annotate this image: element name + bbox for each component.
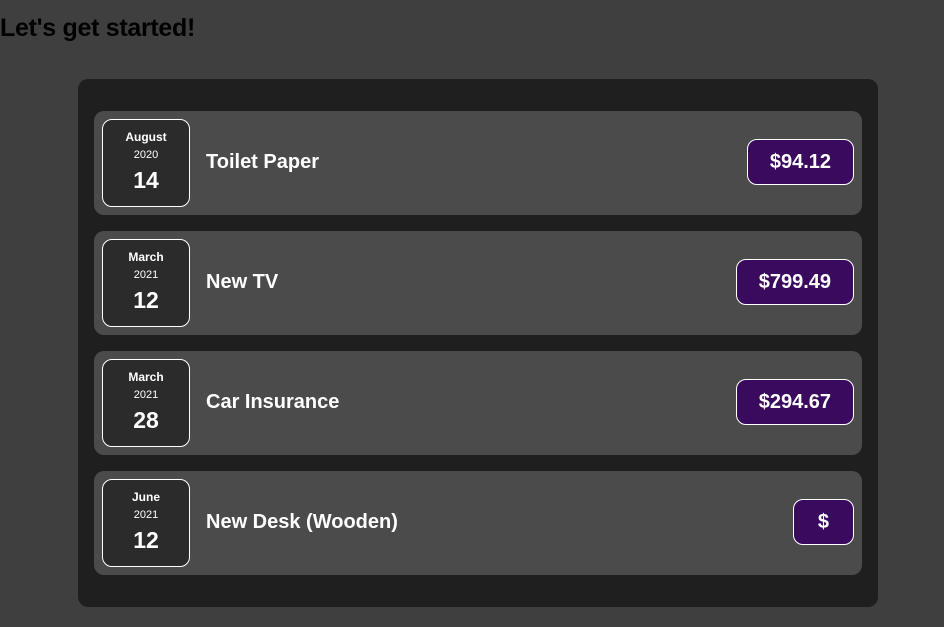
expense-amount-badge: $94.12 [746, 139, 854, 185]
expense-date: June 2021 12 [102, 479, 190, 567]
expense-date-day: 12 [133, 527, 159, 553]
expense-item[interactable]: June 2021 12 New Desk (Wooden) $ [94, 471, 862, 575]
expense-item[interactable]: August 2020 14 Toilet Paper $94.12 [94, 111, 862, 215]
expense-date-month: March [128, 370, 164, 384]
expense-date: March 2021 28 [102, 359, 190, 447]
expense-date-day: 28 [133, 407, 159, 433]
expense-date-day: 14 [133, 167, 159, 193]
expense-title: New Desk (Wooden) [206, 511, 398, 533]
expense-date-year: 2020 [133, 149, 159, 161]
expense-date-year: 2021 [133, 509, 159, 521]
expense-date-month: August [125, 130, 167, 144]
expense-date: August 2020 14 [102, 119, 190, 207]
expense-amount-badge: $ [792, 499, 854, 545]
expense-date-month: June [131, 490, 160, 504]
expense-date-day: 12 [133, 287, 159, 313]
expense-item[interactable]: March 2021 12 New TV $799.49 [94, 231, 862, 335]
expense-date-year: 2021 [133, 389, 159, 401]
expense-amount-badge: $799.49 [735, 259, 854, 305]
expenses-list: August 2020 14 Toilet Paper $94.12 March… [78, 79, 878, 607]
expense-title: Toilet Paper [206, 151, 319, 173]
expense-item[interactable]: March 2021 28 Car Insurance $294.67 [94, 351, 862, 455]
page-title: Let's get started! [0, 14, 196, 42]
expense-amount-badge: $294.67 [735, 379, 854, 425]
expense-date-month: March [128, 250, 164, 264]
expense-date-year: 2021 [133, 269, 159, 281]
expense-date: March 2021 12 [102, 239, 190, 327]
expense-title: New TV [206, 271, 279, 293]
expense-title: Car Insurance [206, 391, 340, 413]
